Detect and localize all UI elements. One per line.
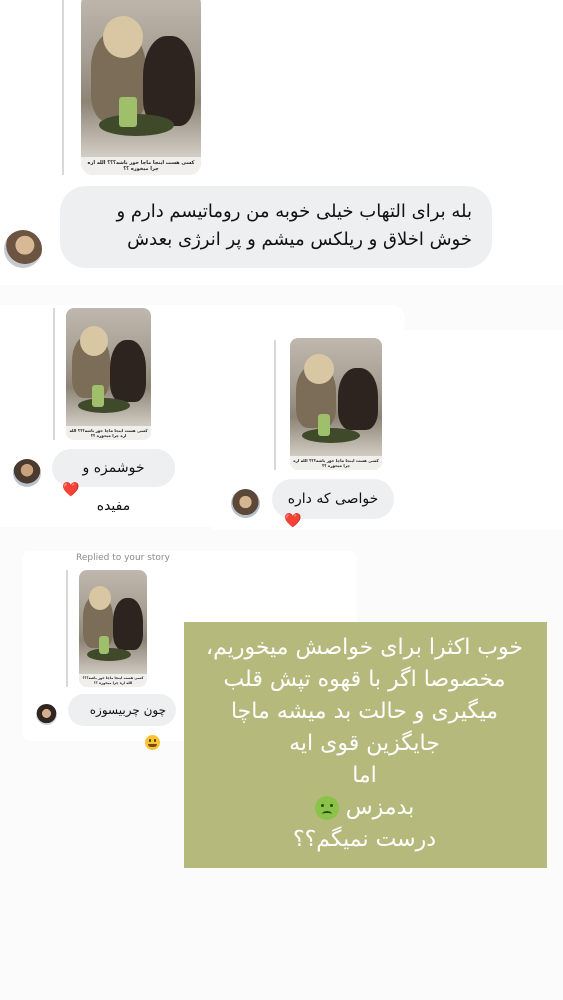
story-thumbnail[interactable]: کسی هست اینجا ماچا خور باشه؟؟؟ الله اره … <box>81 0 201 175</box>
heart-reaction[interactable]: ❤️ <box>62 483 79 497</box>
story-caption: کسی هست اینجا ماچا خور باشه؟؟؟ الله اره … <box>290 456 382 470</box>
story-caption: کسی هست اینجا ماچا خور باشه؟؟؟ الله اره … <box>81 157 201 175</box>
story-caption: کسی هست اینجا ماچا خور باشه؟؟؟ الله اره … <box>66 426 151 440</box>
story-tray <box>78 398 130 413</box>
story-caption: کسی هست اینجا ماچا خور باشه؟؟؟ الله اره … <box>79 674 147 687</box>
story-matcha-cup <box>119 97 137 127</box>
message-line: بله برای التهاب خیلی خوبه من روماتیسم دا… <box>116 201 472 222</box>
story-tray <box>302 428 360 443</box>
story-person-hair <box>89 586 111 610</box>
overlay-line: اما <box>352 763 377 788</box>
story-thumbnail[interactable]: کسی هست اینجا ماچا خور باشه؟؟؟ الله اره … <box>66 308 151 440</box>
story-matcha-cup <box>318 414 330 436</box>
overlay-line: جایگزین قوی ایه <box>289 731 440 756</box>
text-overlay-block: خوب اکثرا برای خواصش میخوریم، مخصوصا اگر… <box>184 622 547 868</box>
story-person-hair <box>103 16 143 58</box>
overlay-line: درست نمیگم؟؟ <box>292 827 437 852</box>
replied-to-story-label: Replied to your story <box>76 553 170 563</box>
message-line: خوش اخلاق و ریلکس میشم و پر انرژی بعدش <box>127 229 472 250</box>
overlay-line: میگیری و حالت بد میشه ماچا <box>230 699 499 724</box>
heart-reaction[interactable]: ❤️ <box>284 514 301 528</box>
story-person-hair <box>80 326 108 356</box>
sender-avatar[interactable] <box>13 459 41 487</box>
grinning-sweat-emoji <box>145 735 160 750</box>
story-reply-line <box>62 0 64 175</box>
story-matcha-cup <box>99 636 109 654</box>
overlay-line-with-emoji: بدمزس <box>194 792 535 824</box>
story-person-right <box>338 368 378 430</box>
sender-avatar[interactable] <box>231 489 260 518</box>
story-tray <box>87 648 131 661</box>
story-person-right <box>113 598 143 650</box>
overlay-line: خوب اکثرا برای خواصش میخوریم، <box>205 635 523 660</box>
story-person-right <box>110 340 146 402</box>
message-bubble: بله برای التهاب خیلی خوبه من روماتیسم دا… <box>60 186 492 268</box>
overlay-line: مخصوصا اگر با قهوه تپش قلب <box>223 667 506 692</box>
story-thumbnail[interactable]: کسی هست اینجا ماچا خور باشه؟؟؟ الله اره … <box>79 570 147 687</box>
reply-bubble: چون چربیسوزه <box>68 694 176 750</box>
story-reply-line <box>274 340 276 470</box>
story-person-right <box>143 36 195 126</box>
overlay-line: بدمزس <box>345 795 415 820</box>
sender-avatar[interactable] <box>36 704 57 725</box>
nauseated-face-emoji <box>314 796 339 820</box>
story-matcha-cup <box>92 385 104 407</box>
story-person-hair <box>304 354 334 384</box>
reply-text: چون چربیسوزه <box>89 703 166 717</box>
story-reply-line <box>66 570 68 687</box>
story-thumbnail[interactable]: کسی هست اینجا ماچا خور باشه؟؟؟ الله اره … <box>290 338 382 470</box>
story-reply-line <box>53 308 55 440</box>
sender-avatar[interactable] <box>4 230 42 268</box>
reply-text: خواصی که داره <box>287 491 379 507</box>
